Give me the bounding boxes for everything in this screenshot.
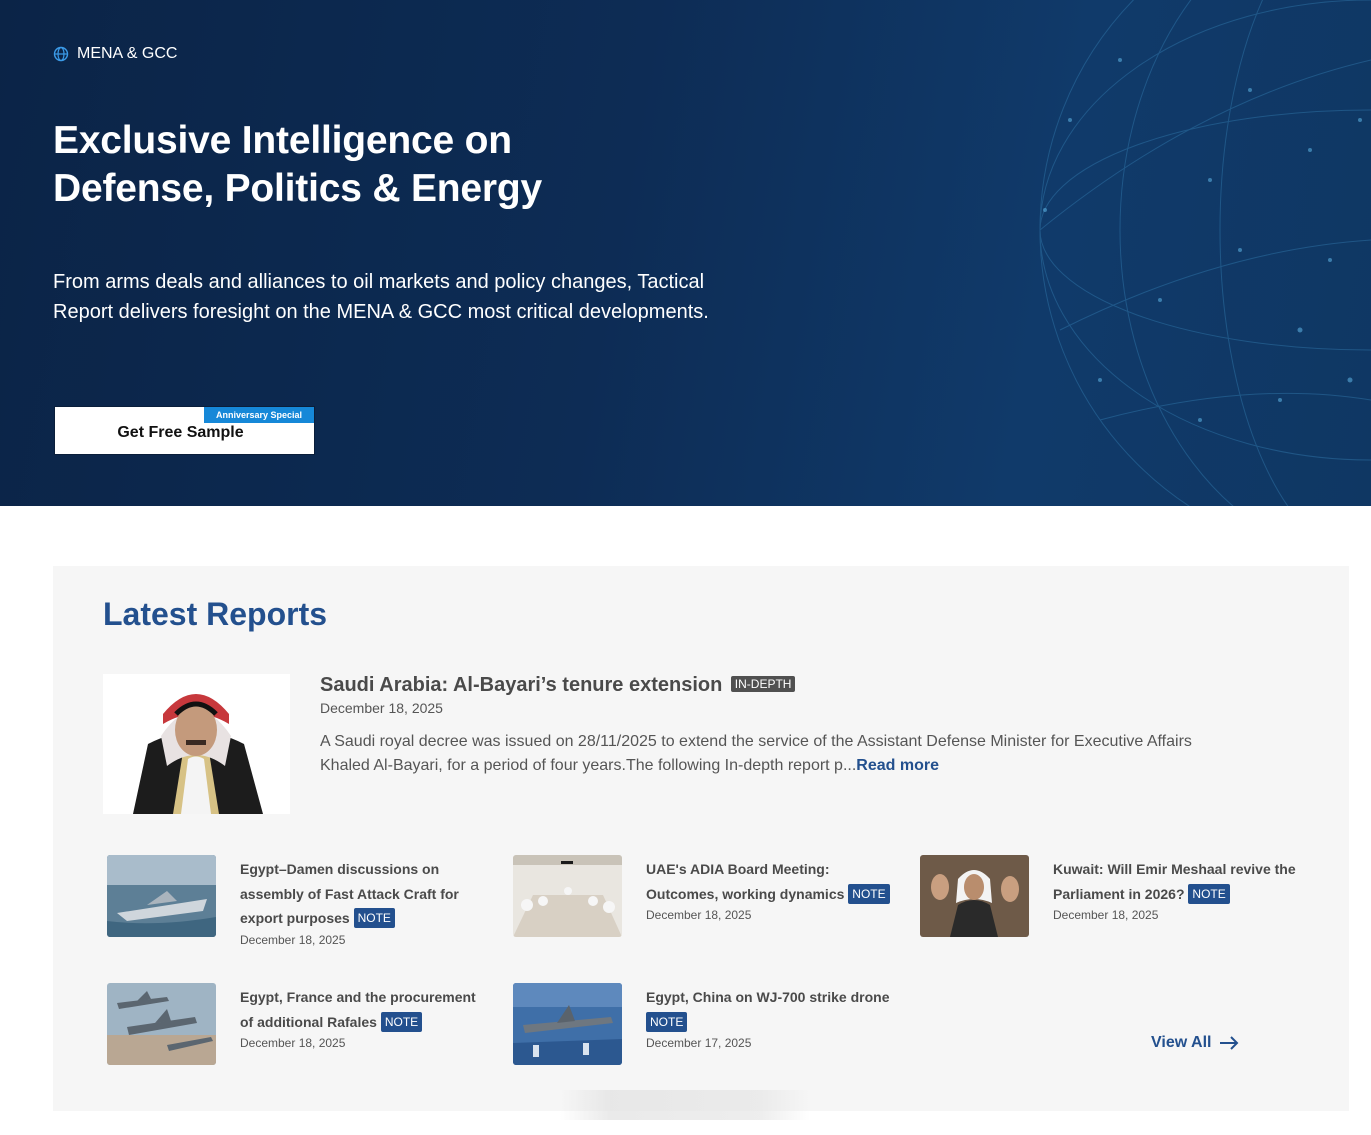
report-card-body: Egypt–Damen discussions on assembly of F… [240, 857, 490, 947]
featured-report-image[interactable] [103, 674, 290, 814]
hero-title-line-1: Exclusive Intelligence on [53, 119, 512, 162]
drone-exhibit-image [513, 983, 622, 1065]
featured-report-excerpt: A Saudi royal decree was issued on 28/11… [320, 730, 1210, 778]
report-title-text: Kuwait: Will Emir Meshaal revive the Par… [1053, 861, 1296, 902]
report-card-egypt-china-drone[interactable]: Egypt, China on WJ-700 strike drone NOTE… [513, 983, 893, 1073]
report-card-date: December 18, 2025 [240, 932, 346, 947]
note-badge: NOTE [353, 908, 395, 928]
hero-banner: MENA & GCC Exclusive Intelligence on Def… [0, 0, 1371, 506]
report-card-title[interactable]: Egypt, China on WJ-700 strike drone NOTE [646, 985, 896, 1034]
section-heading: Latest Reports [103, 596, 328, 632]
report-thumbnail[interactable] [513, 855, 622, 937]
note-badge: NOTE [646, 1011, 688, 1032]
hero-title: Exclusive Intelligence on Defense, Polit… [53, 117, 673, 213]
report-thumbnail[interactable] [920, 855, 1029, 937]
note-badge: NOTE [380, 1011, 423, 1032]
report-thumbnail[interactable] [513, 983, 622, 1065]
report-card-date: December 18, 2025 [646, 908, 752, 922]
report-title-text: UAE's ADIA Board Meeting: Outcomes, work… [646, 861, 845, 902]
get-free-sample-label: Get Free Sample [117, 423, 244, 441]
latest-reports-section: Latest Reports Saudi Arabia: Al-Bayari’s… [53, 566, 1349, 1111]
board-meeting-image [513, 855, 622, 937]
view-all-link[interactable]: View All [1151, 1034, 1239, 1052]
loading-placeholder-strip [560, 1090, 810, 1120]
report-card-egypt-damen[interactable]: Egypt–Damen discussions on assembly of F… [107, 855, 490, 947]
globe-icon [53, 46, 69, 62]
featured-report: Saudi Arabia: Al-Bayari’s tenure extensi… [320, 674, 1220, 778]
fighter-jets-image [107, 983, 216, 1065]
arrow-right-icon [1220, 1036, 1239, 1050]
emir-portrait-image [920, 855, 1029, 937]
report-card-egypt-rafales[interactable]: Egypt, France and the procurement of add… [107, 983, 487, 1073]
report-card-title[interactable]: UAE's ADIA Board Meeting: Outcomes, work… [646, 857, 896, 906]
featured-report-title[interactable]: Saudi Arabia: Al-Bayari’s tenure extensi… [320, 674, 722, 696]
report-card-title[interactable]: Kuwait: Will Emir Meshaal revive the Par… [1053, 857, 1303, 906]
report-title-text: Egypt, China on WJ-700 strike drone [646, 989, 890, 1005]
report-title-text: Egypt, France and the procurement of add… [240, 989, 476, 1030]
region-tag: MENA & GCC [53, 45, 177, 63]
read-more-link[interactable]: Read more [856, 757, 939, 774]
in-depth-badge: IN-DEPTH [730, 676, 796, 692]
anniversary-badge: Anniversary Special [203, 407, 314, 423]
note-badge: NOTE [1188, 883, 1230, 904]
portrait-image [103, 674, 290, 814]
report-card-body: UAE's ADIA Board Meeting: Outcomes, work… [646, 857, 896, 922]
featured-report-date: December 18, 2025 [320, 700, 443, 716]
note-badge: NOTE [848, 883, 890, 904]
region-label: MENA & GCC [77, 45, 178, 62]
report-thumbnail[interactable] [107, 983, 216, 1065]
report-card-body: Egypt, France and the procurement of add… [240, 985, 490, 1050]
report-card-uae-adia[interactable]: UAE's ADIA Board Meeting: Outcomes, work… [513, 855, 893, 945]
view-all-label: View All [1151, 1034, 1212, 1051]
report-card-body: Kuwait: Will Emir Meshaal revive the Par… [1053, 857, 1303, 922]
hero-description: From arms deals and alliances to oil mar… [53, 271, 709, 323]
report-title-text: Egypt–Damen discussions on assembly of F… [240, 861, 459, 926]
excerpt-text: A Saudi royal decree was issued on 28/11… [320, 733, 1192, 774]
report-card-title[interactable]: Egypt, France and the procurement of add… [240, 985, 490, 1034]
report-card-date: December 18, 2025 [1053, 908, 1159, 922]
report-card-date: December 17, 2025 [646, 1036, 752, 1050]
warship-image [107, 855, 216, 937]
hero-title-line-2: Defense, Politics & Energy [53, 167, 542, 210]
report-card-title[interactable]: Egypt–Damen discussions on assembly of F… [240, 857, 490, 931]
report-thumbnail[interactable] [107, 855, 216, 937]
report-card-date: December 18, 2025 [240, 1036, 346, 1050]
get-free-sample-button[interactable]: Anniversary Special Get Free Sample [54, 406, 315, 455]
report-card-kuwait-emir[interactable]: Kuwait: Will Emir Meshaal revive the Par… [920, 855, 1300, 945]
report-card-body: Egypt, China on WJ-700 strike drone NOTE… [646, 985, 896, 1050]
